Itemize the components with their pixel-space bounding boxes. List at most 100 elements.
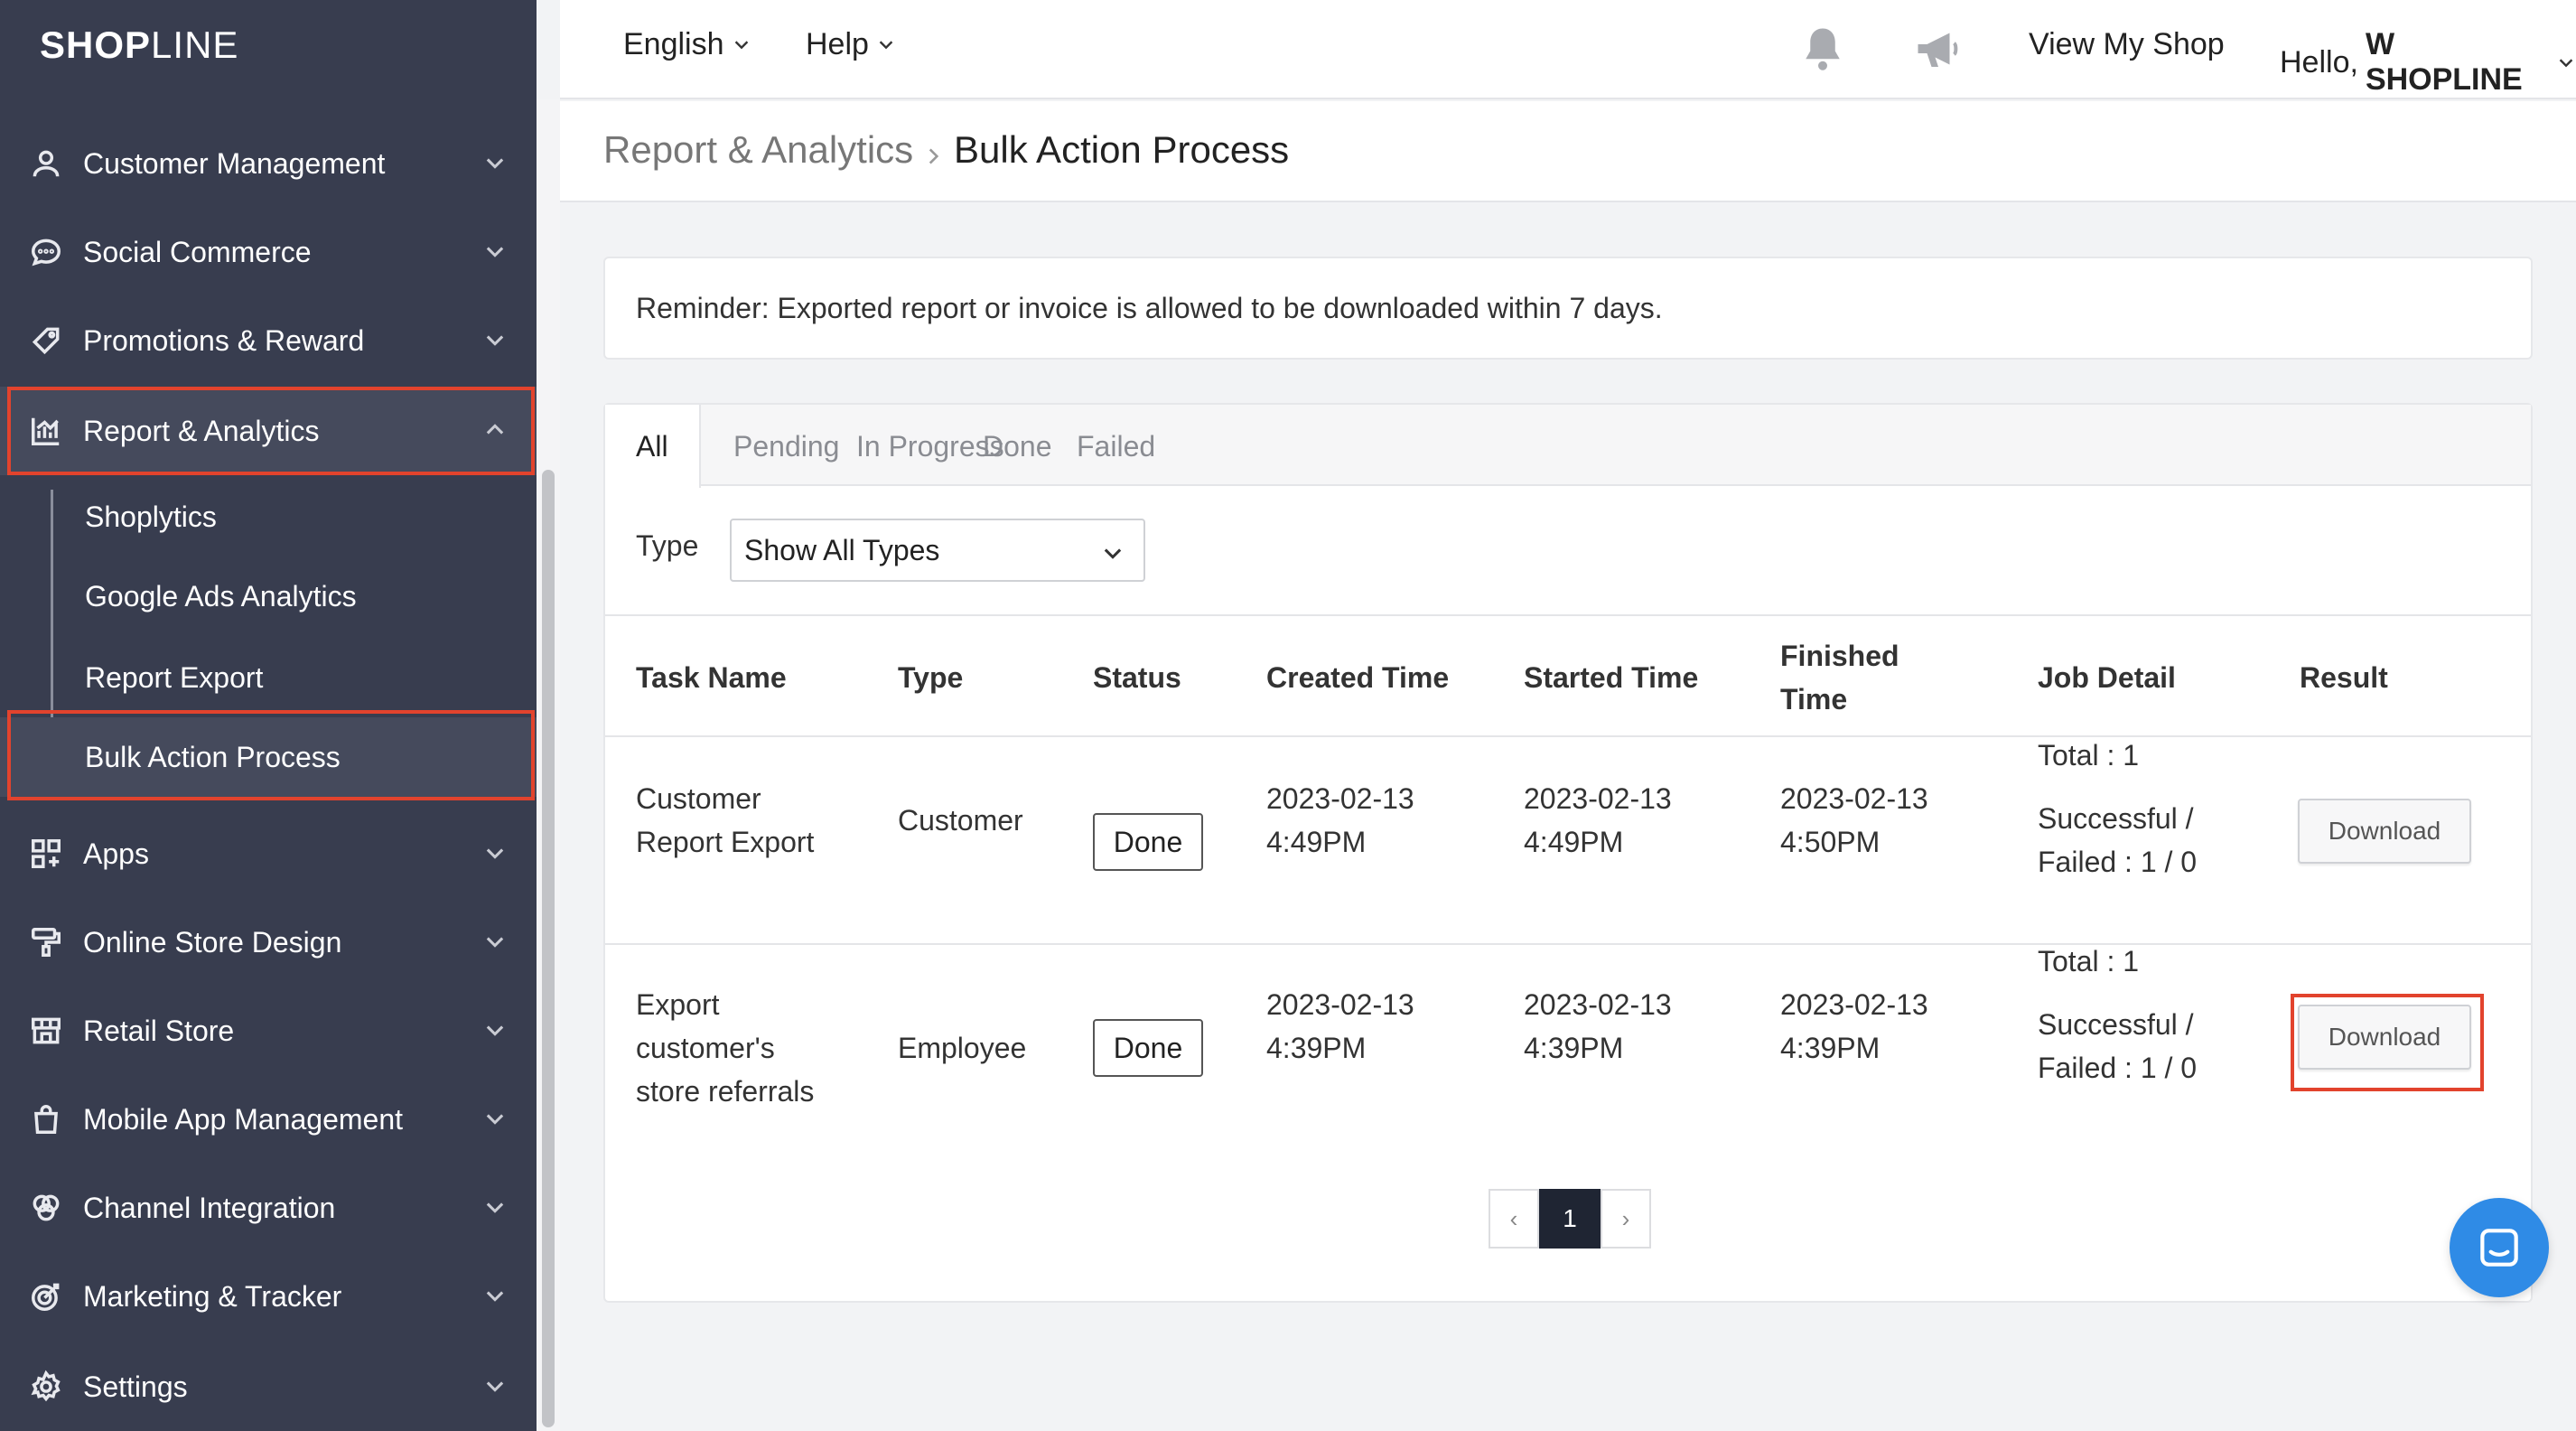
sidebar-item-label: Retail Store: [83, 1014, 235, 1047]
sidebar-item-label: Apps: [83, 837, 149, 870]
sidebar-item-promotions-reward[interactable]: Promotions & Reward: [0, 296, 537, 385]
header-type: Type: [898, 661, 964, 694]
user-name: W SHOPLINE: [2365, 27, 2523, 97]
highlight-report-analytics: [7, 387, 535, 475]
created-date: 2023-02-13: [1266, 782, 1414, 815]
sidebar-item-label: Online Store Design: [83, 925, 342, 959]
tab-all[interactable]: All: [605, 405, 701, 488]
sidebar-item-retail-store[interactable]: Retail Store: [0, 987, 537, 1075]
pagination-page-1[interactable]: 1: [1539, 1189, 1601, 1249]
language-label: English: [623, 27, 724, 61]
bulk-action-panel: All Pending In Progress Done Failed Type…: [603, 403, 2533, 1303]
finished-time: 4:50PM: [1780, 826, 1881, 858]
scrollbar-thumb[interactable]: [542, 470, 555, 1427]
sidebar-subitem-label: Report Export: [85, 660, 264, 694]
finished-date: 2023-02-13: [1780, 988, 1928, 1021]
sidebar-item-label: Customer Management: [83, 146, 386, 180]
download-button[interactable]: Download: [2298, 799, 2471, 864]
shopping-bag-icon: [27, 1100, 65, 1138]
sidebar-subitem-shoplytics[interactable]: Shoplytics: [0, 477, 537, 556]
task-name: customer's: [636, 1032, 775, 1064]
header-result: Result: [2300, 661, 2388, 694]
sidebar-subitem-label: Google Ads Analytics: [85, 579, 357, 613]
chevron-down-icon: [482, 150, 509, 177]
pagination: ‹ 1 ›: [1489, 1189, 1651, 1249]
header-job-detail: Job Detail: [2038, 661, 2176, 694]
finished-time: 4:39PM: [1780, 1032, 1881, 1064]
sidebar-item-apps[interactable]: Apps: [0, 809, 537, 898]
help-dropdown[interactable]: Help: [806, 27, 896, 62]
task-name: Customer: [636, 782, 761, 815]
store-icon: [27, 1012, 65, 1050]
chevron-down-icon: [482, 1194, 509, 1221]
page-title: Bulk Action Process: [954, 128, 1290, 171]
created-date: 2023-02-13: [1266, 988, 1414, 1021]
megaphone-icon[interactable]: [1911, 22, 1965, 76]
job-total: Total : 1: [2038, 739, 2140, 772]
type-filter-select[interactable]: Show All Types: [730, 519, 1145, 582]
sidebar-item-label: Channel Integration: [83, 1191, 336, 1224]
sidebar-subitem-google-ads-analytics[interactable]: Google Ads Analytics: [0, 556, 537, 636]
sidebar-subitem-report-export[interactable]: Report Export: [0, 638, 537, 717]
sidebar-item-online-store-design[interactable]: Online Store Design: [0, 898, 537, 987]
view-my-shop-label: View My Shop: [2029, 27, 2225, 61]
chevron-down-icon: [482, 327, 509, 354]
created-time: 4:39PM: [1266, 1032, 1367, 1064]
sidebar-item-label: Mobile App Management: [83, 1102, 403, 1136]
pagination-prev-button[interactable]: ‹: [1489, 1189, 1539, 1249]
type-filter-value: Show All Types: [744, 533, 940, 566]
target-icon: [27, 1277, 65, 1315]
started-time: 4:49PM: [1524, 826, 1624, 858]
language-dropdown[interactable]: English: [623, 27, 751, 62]
live-chat-button[interactable]: [2450, 1198, 2549, 1297]
user-menu-dropdown[interactable]: Hello, W SHOPLINE: [2280, 27, 2576, 98]
sidebar-scrollbar[interactable]: [537, 99, 560, 1431]
highlight-download-button: [2291, 994, 2484, 1091]
breadcrumb-parent[interactable]: Report & Analytics: [603, 128, 913, 172]
table-row-divider: [605, 943, 2531, 945]
sidebar-item-label: Promotions & Reward: [83, 323, 365, 357]
sidebar-item-social-commerce[interactable]: Social Commerce: [0, 208, 537, 296]
table-row-divider: [605, 735, 2531, 737]
started-date: 2023-02-13: [1524, 782, 1672, 815]
tag-icon: [27, 322, 65, 360]
sidebar-subitem-label: Shoplytics: [85, 500, 217, 533]
apps-grid-icon: [27, 835, 65, 873]
job-success-failed: Failed : 1 / 0: [2038, 846, 2198, 878]
header-finished-time-line1: Finished: [1780, 640, 1899, 672]
created-time: 4:49PM: [1266, 826, 1367, 858]
chat-bubble-icon: [27, 233, 65, 271]
greeting-label: Hello,: [2280, 44, 2358, 80]
finished-date: 2023-02-13: [1780, 782, 1928, 815]
view-my-shop-link[interactable]: View My Shop: [2029, 27, 2225, 62]
job-success-failed: Successful /: [2038, 1008, 2194, 1041]
table-top-divider: [605, 614, 2531, 616]
sidebar-item-channel-integration[interactable]: Channel Integration: [0, 1164, 537, 1252]
chevron-down-icon: [1104, 548, 1122, 559]
header-task-name: Task Name: [636, 661, 787, 694]
sidebar-item-mobile-app-management[interactable]: Mobile App Management: [0, 1075, 537, 1164]
header-started-time: Started Time: [1524, 661, 1699, 694]
chevron-down-icon: [2556, 45, 2576, 80]
paint-roller-icon: [27, 923, 65, 961]
channel-icon: [27, 1189, 65, 1227]
help-label: Help: [806, 27, 869, 61]
task-type: Customer: [898, 804, 1023, 837]
header-finished-time-line2: Time: [1780, 683, 1848, 716]
bell-icon[interactable]: [1796, 22, 1850, 76]
tab-failed[interactable]: Failed: [1046, 405, 1186, 488]
task-type: Employee: [898, 1032, 1027, 1064]
reminder-notice: Reminder: Exported report or invoice is …: [603, 257, 2533, 360]
type-filter-label: Type: [636, 529, 699, 562]
sidebar-item-marketing-tracker[interactable]: Marketing & Tracker: [0, 1252, 537, 1341]
started-time: 4:39PM: [1524, 1032, 1624, 1064]
chevron-down-icon: [482, 1106, 509, 1133]
sidebar-item-settings[interactable]: Settings: [0, 1342, 537, 1431]
started-date: 2023-02-13: [1524, 988, 1672, 1021]
sidebar-item-customer-management[interactable]: Customer Management: [0, 119, 537, 208]
task-name: Export: [636, 988, 720, 1021]
chevron-down-icon: [482, 238, 509, 266]
gear-icon: [27, 1368, 65, 1406]
shopline-logo[interactable]: SHOPLINE: [40, 20, 238, 70]
pagination-next-button[interactable]: ›: [1601, 1189, 1651, 1249]
